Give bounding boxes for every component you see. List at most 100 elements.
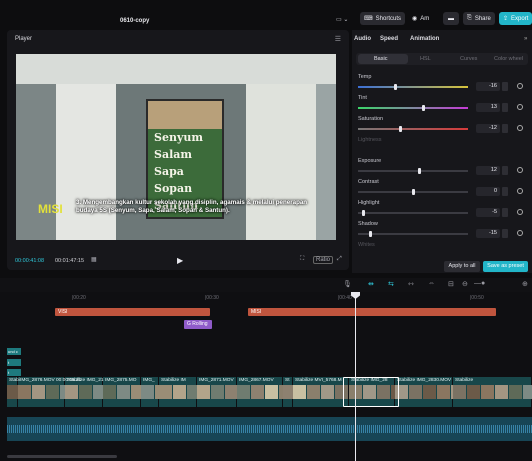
apply-to-all-button[interactable]: Apply to all xyxy=(444,261,480,272)
audio-clip-small[interactable]: und c xyxy=(7,348,21,355)
subtab-hsl[interactable]: HSL xyxy=(420,56,431,62)
effect-clip-rolling[interactable]: G Rolling xyxy=(184,320,212,329)
magnet-icon[interactable]: ⇆ xyxy=(388,280,394,288)
value-stepper[interactable] xyxy=(502,166,508,175)
video-clip[interactable]: Stabilize IMG_2830.MOV xyxy=(395,377,453,407)
adjustment-slider[interactable] xyxy=(358,126,468,132)
audio-track[interactable] xyxy=(7,417,532,441)
playhead[interactable] xyxy=(355,292,356,461)
zoom-slider[interactable]: —● xyxy=(474,280,485,287)
video-clip[interactable]: IMG_2867.MOV xyxy=(237,377,283,407)
adjustment-value[interactable]: 0 xyxy=(476,187,500,196)
video-preview[interactable]: Senyum Salam Sapa Sopan Santun MISI 3. M… xyxy=(16,54,336,240)
video-clip[interactable]: Stabilize IM xyxy=(159,377,197,407)
clip-thumbnail xyxy=(467,385,480,399)
share-button[interactable]: ⎘ Share xyxy=(463,12,495,25)
value-stepper[interactable] xyxy=(502,103,508,112)
keyframe-icon[interactable] xyxy=(517,230,523,236)
value-stepper[interactable] xyxy=(502,124,508,133)
slider-knob[interactable] xyxy=(362,210,366,216)
video-clip[interactable]: Stabilize IMG_21 xyxy=(65,377,104,407)
video-clip[interactable]: St xyxy=(283,377,293,407)
audio-clip-small[interactable]: t xyxy=(7,359,21,366)
preview-icon[interactable]: ⊟ xyxy=(448,280,454,288)
fullscreen-icon[interactable]: ⤢ xyxy=(337,256,342,263)
slider-knob[interactable] xyxy=(417,168,421,174)
selected-clip-outline[interactable] xyxy=(343,377,399,407)
user-button[interactable]: ◉ Am xyxy=(408,12,433,25)
slider-knob[interactable] xyxy=(368,231,372,237)
tab-speed[interactable]: Speed xyxy=(380,36,398,42)
audio-clip-small[interactable]: t xyxy=(7,369,21,376)
adjustment-value[interactable]: 12 xyxy=(476,166,500,175)
adjustment-value[interactable]: -12 xyxy=(476,124,500,133)
horizontal-scrollbar[interactable] xyxy=(7,455,117,458)
video-clip[interactable]: IMG_2871.MOV xyxy=(197,377,237,407)
adjustment-value[interactable]: -5 xyxy=(476,208,500,217)
adjustment-slider[interactable] xyxy=(358,210,468,216)
menu-icon[interactable]: ☰ xyxy=(335,35,341,43)
effect-icon: G xyxy=(187,321,191,327)
video-clip[interactable]: IMG_2876.MOV 00:00:05.21 xyxy=(18,377,81,407)
keyframe-icon[interactable] xyxy=(517,83,523,89)
microphone-icon[interactable]: 🎙 xyxy=(343,280,352,288)
value-stepper[interactable] xyxy=(502,187,508,196)
video-clip[interactable]: Stabi xyxy=(7,377,20,407)
text-clip-visi[interactable]: VISI xyxy=(55,308,210,316)
subtab-color-wheel[interactable]: Color wheel xyxy=(494,56,523,62)
keyframe-icon[interactable] xyxy=(517,167,523,173)
grid-icon[interactable]: ▦ xyxy=(91,256,97,263)
clip-thumbnail xyxy=(321,385,334,399)
adjustment-label: Highlight xyxy=(358,200,380,206)
tab-animation[interactable]: Animation xyxy=(410,36,439,42)
save-preset-button[interactable]: Save as preset xyxy=(483,261,528,272)
fit-icon[interactable]: ⊕ xyxy=(522,280,528,288)
link-icon[interactable]: ⇹ xyxy=(368,280,374,288)
adjustment-slider[interactable] xyxy=(358,168,468,174)
clip-thumbnail xyxy=(523,385,532,399)
layout-icon[interactable]: ▭ ⌄ xyxy=(336,14,348,25)
adjustment-slider[interactable] xyxy=(358,84,468,90)
wall-left xyxy=(56,84,116,240)
slider-knob[interactable] xyxy=(398,126,402,132)
adjustment-value[interactable]: 13 xyxy=(476,103,500,112)
keyframe-icon[interactable] xyxy=(517,209,523,215)
value-stepper[interactable] xyxy=(502,208,508,217)
keyframe-icon[interactable] xyxy=(517,125,523,131)
subtab-basic[interactable]: Basic xyxy=(374,56,387,62)
shortcuts-button[interactable]: ⌨ Shortcuts xyxy=(360,12,406,25)
text-clip-misi[interactable]: MISI xyxy=(248,308,496,316)
slider-knob[interactable] xyxy=(422,105,426,111)
badge-icon[interactable]: ▬ xyxy=(443,12,459,25)
ratio-button[interactable]: Ratio xyxy=(313,256,334,264)
player-title: Player xyxy=(15,36,33,42)
video-clip[interactable]: Stabilize MVI_5768.M xyxy=(293,377,349,407)
video-clip[interactable]: Stabilize xyxy=(453,377,532,407)
subtab-curves[interactable]: Curves xyxy=(460,56,477,62)
adjustment-label: Tint xyxy=(358,95,367,101)
adjustment-slider[interactable] xyxy=(358,189,468,195)
export-label: Export xyxy=(511,15,529,22)
adjustment-value[interactable]: -15 xyxy=(476,229,500,238)
play-icon[interactable]: ▶ xyxy=(177,256,183,265)
adjustment-slider[interactable] xyxy=(358,105,468,111)
more-icon[interactable]: » xyxy=(524,36,527,42)
value-stepper[interactable] xyxy=(502,229,508,238)
timeline[interactable]: |00:20 |00:30 |00:40 |00:50 VISI MISI G … xyxy=(0,292,532,461)
tab-audio[interactable]: Audio xyxy=(354,36,371,42)
value-stepper[interactable] xyxy=(502,82,508,91)
zoom-out-icon[interactable]: ⊖ xyxy=(462,280,468,288)
keyframe-icon[interactable] xyxy=(517,104,523,110)
slider-knob[interactable] xyxy=(411,189,415,195)
slider-knob[interactable] xyxy=(394,84,398,90)
video-clip[interactable]: IMG_ xyxy=(141,377,159,407)
adjustment-value[interactable]: -16 xyxy=(476,82,500,91)
split-icon[interactable]: ⇔ xyxy=(428,280,435,287)
video-track[interactable]: Stabi IMG_2876.MOV 00:00:05.21 Stabilize I… xyxy=(7,377,532,407)
video-clip[interactable]: IMG_2875.MO xyxy=(103,377,141,407)
adjustment-slider[interactable] xyxy=(358,231,468,237)
snap-icon[interactable]: ⇿ xyxy=(408,280,414,288)
export-button[interactable]: ⇪ Export xyxy=(499,12,532,25)
crop-icon[interactable]: ⛶ xyxy=(300,256,304,263)
keyframe-icon[interactable] xyxy=(517,188,523,194)
